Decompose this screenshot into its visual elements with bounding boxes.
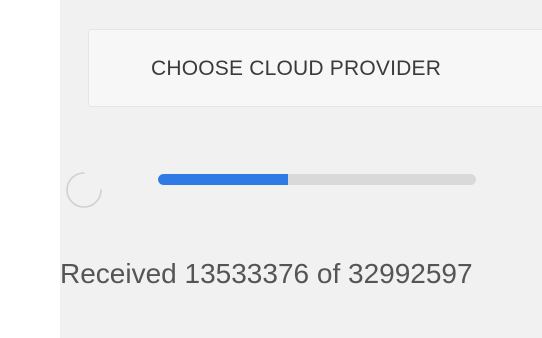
choose-cloud-provider-button[interactable]: CHOOSE CLOUD PROVIDER [88, 29, 542, 107]
download-progress-fill [158, 174, 289, 185]
download-status-text: Received 13533376 of 32992597 [60, 258, 473, 289]
download-progress-bar [158, 174, 476, 185]
choose-cloud-provider-label: CHOOSE CLOUD PROVIDER [151, 57, 442, 80]
loading-spinner-icon [66, 172, 102, 208]
